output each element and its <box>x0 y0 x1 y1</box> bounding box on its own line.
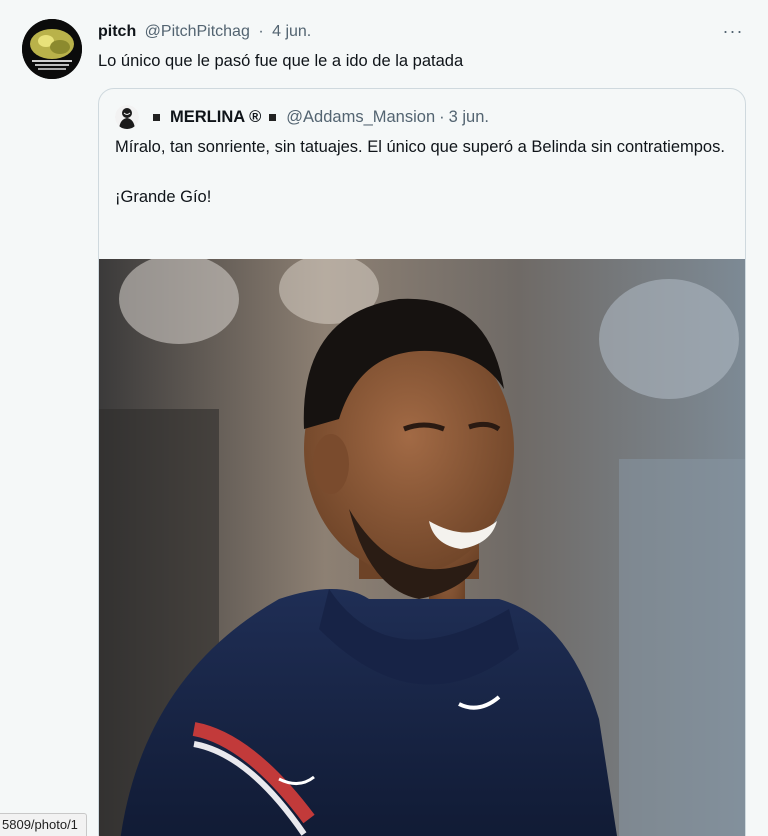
quoted-tweet[interactable]: MERLINA ® @Addams_Mansion · 3 jun. Míral… <box>98 88 746 836</box>
photo-image <box>99 259 745 836</box>
quote-text: Míralo, tan sonriente, sin tatuajes. El … <box>115 135 725 210</box>
more-horizontal-icon: ··· <box>722 20 744 41</box>
quote-author-handle: @Addams_Mansion <box>286 107 436 126</box>
square-mark-right <box>269 113 277 121</box>
author-name[interactable]: pitch <box>98 23 136 40</box>
quote-header: MERLINA ® @Addams_Mansion · 3 jun. <box>115 105 489 129</box>
quote-separator-dot: · <box>439 107 445 126</box>
quote-avatar-image <box>115 105 139 129</box>
quote-author-name: MERLINA ® <box>170 107 262 126</box>
tweet-date[interactable]: 4 jun. <box>272 23 311 40</box>
quote-photo[interactable] <box>99 259 745 836</box>
separator-dot: · <box>258 23 264 40</box>
author-line: pitch @PitchPitchag · 4 jun. <box>98 22 311 42</box>
quote-date: 3 jun. <box>448 107 489 126</box>
author-avatar[interactable] <box>22 19 82 79</box>
quote-author-avatar[interactable] <box>115 105 139 129</box>
more-options-button[interactable]: ··· <box>720 20 746 42</box>
quote-text-line: Míralo, tan sonriente, sin tatuajes. El … <box>115 138 725 156</box>
avatar-image <box>22 19 82 79</box>
tweet-text: Lo único que le pasó fue que le a ido de… <box>98 52 464 70</box>
quote-text-closing: ¡Grande Gío! <box>115 188 212 206</box>
square-mark-left <box>153 113 160 121</box>
screenshot-frame: pitch @PitchPitchag · 4 jun. ··· Lo únic… <box>0 0 768 836</box>
status-bar-url: 5809/photo/1 <box>0 813 87 836</box>
author-handle[interactable]: @PitchPitchag <box>145 23 250 40</box>
tweet[interactable]: pitch @PitchPitchag · 4 jun. ··· Lo únic… <box>0 0 768 836</box>
